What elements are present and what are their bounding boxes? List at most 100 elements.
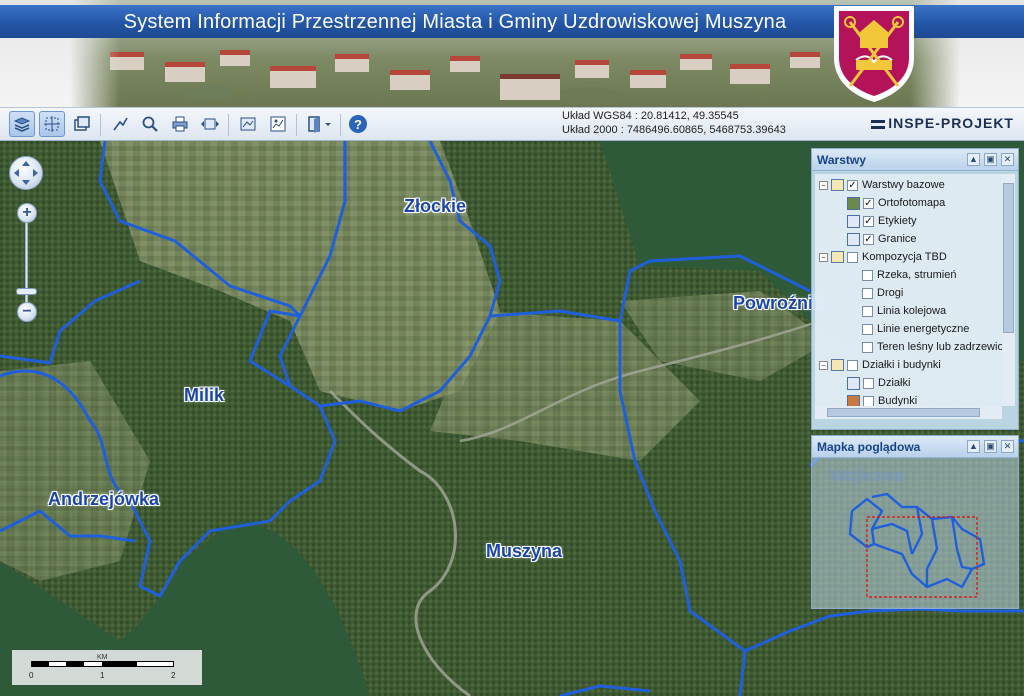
- toolbar-separator: [296, 114, 297, 136]
- tree-group-warstwy-bazowe[interactable]: − ✓ Warstwy bazowe: [819, 176, 945, 194]
- layers-tool-button[interactable]: [9, 111, 35, 137]
- collapse-toggle-icon[interactable]: −: [819, 252, 828, 262]
- tree-item-budynki[interactable]: Budynki: [847, 392, 917, 406]
- checkbox[interactable]: [862, 269, 873, 281]
- overview-panel-title: Mapka poglądowa: [817, 440, 921, 454]
- toolbar-separator: [228, 114, 229, 136]
- collapse-button[interactable]: ▲: [967, 440, 980, 453]
- window-tool-button[interactable]: [69, 111, 95, 137]
- scale-unit: KM: [97, 654, 108, 661]
- layer-label: Kompozycja TBD: [862, 251, 947, 263]
- checkbox[interactable]: [863, 395, 874, 406]
- label-layer-icon: [847, 214, 860, 228]
- close-button[interactable]: ✕: [1001, 153, 1014, 166]
- layers-vertical-scroll-thumb[interactable]: [1003, 183, 1014, 333]
- close-icon: ✕: [1003, 154, 1012, 164]
- extent-tool-icon: [201, 118, 219, 130]
- raster-layer-icon: [847, 196, 860, 210]
- pan-control[interactable]: [9, 156, 43, 190]
- tree-item-etykiety[interactable]: ✓ Etykiety: [847, 212, 917, 230]
- page-title: System Informacji Przestrzennej Miasta i…: [123, 11, 787, 33]
- folder-icon: [831, 359, 844, 371]
- building-layer-icon: [847, 394, 860, 406]
- collapse-button[interactable]: ▲: [967, 153, 980, 166]
- checkbox[interactable]: [863, 377, 874, 389]
- print-tool-button[interactable]: [167, 111, 193, 137]
- checkbox[interactable]: [862, 323, 873, 335]
- layers-panel-header[interactable]: Warstwy ▲ ▣ ✕: [812, 149, 1018, 171]
- zoom-slider-thumb[interactable]: [16, 288, 37, 295]
- tree-group-dzialki-budynki[interactable]: − Działki i budynki: [819, 356, 941, 374]
- coords-2000: Układ 2000 : 7486496.60865, 5468753.3964…: [562, 124, 786, 136]
- checkbox[interactable]: [862, 341, 873, 353]
- zoom-slider-track[interactable]: [25, 218, 28, 310]
- plus-icon: +: [22, 204, 32, 221]
- layer-label: Teren leśny lub zadrzewio: [877, 341, 1002, 353]
- toolbar: ? Układ WGS84 : 20.81412, 49.35545 Układ…: [0, 107, 1024, 141]
- map-tool-button[interactable]: [265, 111, 291, 137]
- tree-item-linia-kolejowa[interactable]: Linia kolejowa: [862, 302, 946, 320]
- layer-label: Linie energetyczne: [877, 323, 970, 335]
- layer-label: Rzeka, strumień: [877, 269, 957, 281]
- tree-item-dzialki[interactable]: Działki: [847, 374, 910, 392]
- measure-tool-icon: [113, 117, 128, 131]
- scale-tick-2: 2: [171, 671, 176, 680]
- folder-icon: [831, 179, 844, 191]
- tree-item-granice[interactable]: ✓ Granice: [847, 230, 917, 248]
- checkbox[interactable]: [847, 251, 858, 263]
- toolbar-separator: [100, 114, 101, 136]
- tree-item-teren-lesny[interactable]: Teren leśny lub zadrzewio: [862, 338, 1002, 356]
- select-tool-button[interactable]: [39, 111, 65, 137]
- collapse-toggle-icon[interactable]: −: [819, 360, 828, 370]
- restore-button[interactable]: ▣: [984, 440, 997, 453]
- checkbox[interactable]: ✓: [847, 179, 858, 191]
- zoom-out-button[interactable]: −: [17, 302, 37, 322]
- help-icon: ?: [349, 115, 367, 133]
- layers-panel: Warstwy ▲ ▣ ✕ − ✓ Warstwy bazowe ✓ Ortof…: [811, 148, 1019, 430]
- export-tool-button[interactable]: [303, 111, 335, 137]
- tree-item-linie-energetyczne[interactable]: Linie energetyczne: [862, 320, 969, 338]
- checkbox[interactable]: [847, 359, 858, 371]
- window-tool-icon: [74, 116, 90, 131]
- collapse-toggle-icon[interactable]: −: [819, 180, 828, 190]
- tree-item-ortofotomapa[interactable]: ✓ Ortofotomapa: [847, 194, 945, 212]
- checkbox[interactable]: [862, 305, 873, 317]
- brand-logo[interactable]: INSPE-PROJEKT: [871, 115, 1014, 131]
- map-canvas[interactable]: Złockie Milik Powroźnik Andrzejówka Musz…: [0, 141, 1024, 696]
- coordinates-readout: Układ WGS84 : 20.81412, 49.35545 Układ 2…: [562, 109, 786, 137]
- zoom-in-button[interactable]: +: [17, 203, 37, 223]
- zoom-tool-button[interactable]: [137, 111, 163, 137]
- checkbox[interactable]: [862, 287, 873, 299]
- map-tool-icon: [270, 116, 286, 132]
- layers-horizontal-scroll-thumb[interactable]: [827, 408, 980, 417]
- close-button[interactable]: ✕: [1001, 440, 1014, 453]
- restore-icon: ▣: [986, 154, 995, 164]
- checkbox[interactable]: ✓: [863, 233, 874, 245]
- info-tool-icon: [240, 117, 256, 131]
- layer-label: Etykiety: [878, 215, 917, 227]
- layers-tree: − ✓ Warstwy bazowe ✓ Ortofotomapa ✓ Etyk…: [815, 174, 1002, 406]
- tree-item-drogi[interactable]: Drogi: [862, 284, 903, 302]
- brand-mark-icon: [871, 119, 886, 129]
- layer-label: Linia kolejowa: [877, 305, 947, 317]
- overview-map[interactable]: [812, 459, 1018, 609]
- toolbar-separator: [340, 114, 341, 136]
- extent-tool-button[interactable]: [197, 111, 223, 137]
- help-button[interactable]: ?: [345, 111, 371, 137]
- measure-tool-button[interactable]: [107, 111, 133, 137]
- overview-panel-header[interactable]: Mapka poglądowa ▲ ▣ ✕: [812, 436, 1018, 458]
- tree-group-kompozycja-tbd[interactable]: − Kompozycja TBD: [819, 248, 947, 266]
- folder-icon: [831, 251, 844, 263]
- layers-panel-title: Warstwy: [817, 153, 866, 167]
- layer-label: Budynki: [878, 395, 918, 406]
- checkbox[interactable]: ✓: [863, 197, 874, 209]
- restore-icon: ▣: [986, 441, 995, 451]
- close-icon: ✕: [1003, 441, 1012, 451]
- map-label-milik: Milik: [184, 385, 225, 405]
- tree-item-rzeka[interactable]: Rzeka, strumień: [862, 266, 956, 284]
- info-tool-button[interactable]: [235, 111, 261, 137]
- minus-icon: −: [22, 303, 32, 320]
- parcel-layer-icon: [847, 376, 860, 390]
- checkbox[interactable]: ✓: [863, 215, 874, 227]
- restore-button[interactable]: ▣: [984, 153, 997, 166]
